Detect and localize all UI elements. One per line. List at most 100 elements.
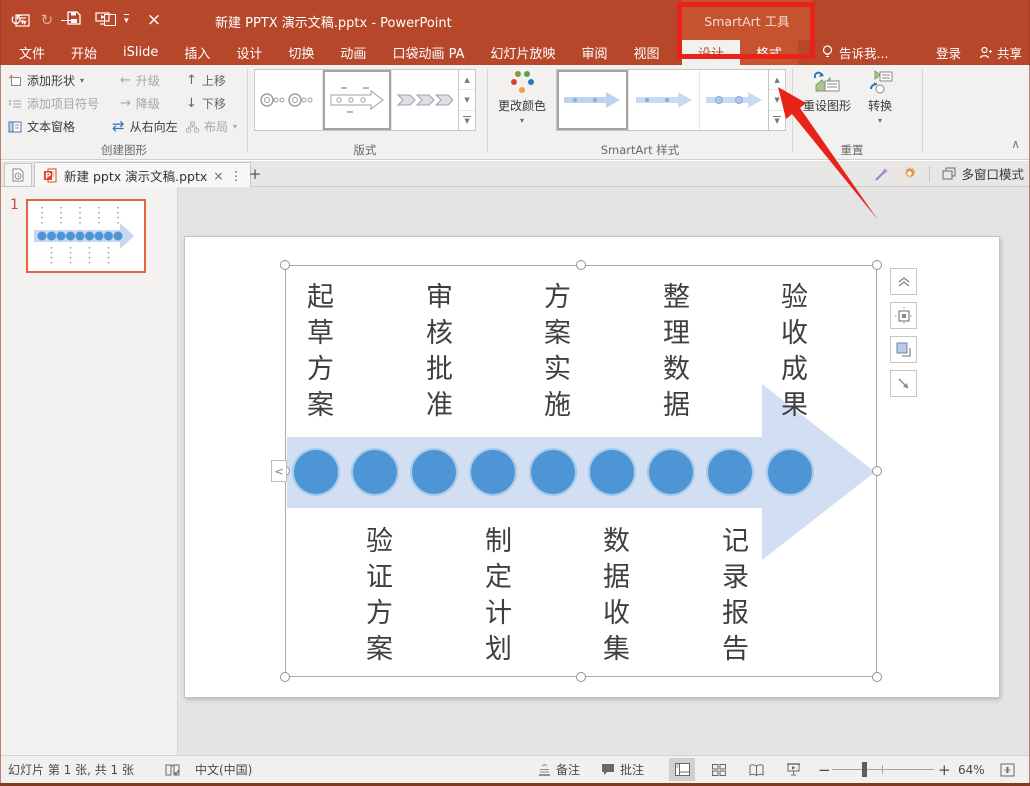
text-pane-toggle-button[interactable]: < — [271, 460, 287, 482]
gallery-up-icon[interactable]: ▲ — [459, 70, 475, 91]
slideshow-view-button[interactable] — [780, 758, 806, 781]
customize-qat-icon[interactable]: ▾ — [124, 14, 129, 26]
reset-graphic-button[interactable]: 重设图形 — [800, 69, 854, 114]
gallery-up-icon[interactable]: ▲ — [769, 70, 785, 91]
collapse-panel-button[interactable] — [890, 268, 917, 295]
resize-handle-middle-right[interactable] — [872, 466, 882, 476]
zoom-slider-handle[interactable] — [862, 762, 867, 777]
tab-menu-icon[interactable]: ⋮ — [230, 168, 243, 183]
window-left-border — [0, 0, 1, 786]
smartart-styles-gallery: ▲ ▼ ▼ — [556, 69, 786, 131]
undo-icon[interactable]: ↺▾ — [10, 11, 27, 29]
resize-handle-bottom-right[interactable] — [872, 672, 882, 682]
slide-sorter-view-button[interactable] — [706, 758, 732, 781]
tab-file[interactable]: 文件 — [6, 40, 58, 65]
comments-button[interactable]: 批注 — [601, 756, 644, 783]
close-tab-icon[interactable]: × — [213, 168, 223, 183]
demote-button[interactable]: → 降级 — [120, 93, 160, 114]
gear-icon[interactable] — [902, 166, 917, 181]
convert-button[interactable]: 转换 ▾ — [858, 69, 902, 125]
layout-button[interactable]: 布局 ▾ — [186, 116, 237, 137]
tab-home[interactable]: 开始 — [58, 40, 110, 65]
resize-handle-top-center[interactable] — [576, 260, 586, 270]
document-tab[interactable]: P 新建 pptx 演示文稿.pptx × ⋮ — [34, 162, 252, 188]
spell-check-icon[interactable] — [165, 756, 180, 783]
collapse-ribbon-icon[interactable]: ∧ — [1011, 137, 1020, 151]
tab-transitions[interactable]: 切换 — [275, 40, 327, 65]
slideshow-icon — [786, 763, 800, 776]
resize-handle-bottom-left[interactable] — [280, 672, 290, 682]
normal-view-button[interactable] — [669, 758, 695, 781]
notes-button[interactable]: 备注 — [538, 756, 580, 783]
resize-handle-bottom-center[interactable] — [576, 672, 586, 682]
window-controls: × — [0, 0, 1030, 40]
tab-view[interactable]: 视图 — [621, 40, 673, 65]
tab-design[interactable]: 设计 — [223, 40, 275, 65]
layout-option-circle-process[interactable] — [255, 70, 323, 130]
slide-thumbnail[interactable] — [26, 199, 146, 273]
move-up-button[interactable]: ↑ 上移 — [186, 70, 226, 91]
document-tab-bar: P 新建 pptx 演示文稿.pptx × ⋮ + 多窗口模式 — [0, 161, 1030, 188]
diagonal-resize-icon — [898, 378, 908, 388]
gallery-more-icon[interactable]: ▼ — [769, 111, 785, 130]
add-bullet-button[interactable]: 添加项目符号 — [8, 93, 99, 114]
zoom-slider[interactable] — [832, 756, 934, 783]
align-center-button[interactable] — [890, 302, 917, 329]
notes-icon — [539, 763, 550, 776]
tell-me-box[interactable]: 告诉我... — [822, 40, 888, 65]
tab-review[interactable]: 审阅 — [569, 40, 621, 65]
status-bar: 幻灯片 第 1 张, 共 1 张 中文(中国) 备注 批注 − + 64% — [0, 755, 1030, 783]
tab-slideshow[interactable]: 幻灯片放映 — [477, 40, 568, 65]
resize-shape-button[interactable] — [890, 370, 917, 397]
start-slideshow-icon[interactable] — [95, 11, 110, 29]
reading-view-button[interactable] — [743, 758, 769, 781]
zoom-level[interactable]: 64% — [958, 756, 985, 783]
tab-animations[interactable]: 动画 — [327, 40, 379, 65]
gallery-down-icon[interactable]: ▼ — [459, 90, 475, 111]
gallery-down-icon[interactable]: ▼ — [769, 90, 785, 111]
close-button[interactable]: × — [132, 0, 176, 40]
group-divider — [922, 69, 923, 153]
layout-option-chevron-process[interactable] — [392, 70, 459, 130]
org-chart-icon — [186, 121, 199, 132]
slide-thumbnail-preview — [34, 207, 134, 265]
history-icon — [12, 168, 24, 182]
language-indicator[interactable]: 中文(中国) — [195, 756, 252, 783]
add-shape-button[interactable]: 添加形状 ▾ — [8, 70, 84, 91]
sign-in-link[interactable]: 登录 — [936, 43, 961, 62]
tab-insert[interactable]: 插入 — [171, 40, 223, 65]
layout-option-circle-accent-timeline[interactable] — [322, 70, 393, 130]
zoom-in-button[interactable]: + — [938, 756, 951, 783]
style-option-moderate-effect[interactable] — [700, 70, 769, 130]
multi-window-mode-button[interactable]: 多窗口模式 — [942, 164, 1024, 183]
resize-handle-top-left[interactable] — [280, 260, 290, 270]
reset-graphic-icon — [813, 71, 840, 92]
slide-number: 1 — [10, 197, 19, 213]
text-pane-button[interactable]: 文本窗格 — [8, 116, 75, 137]
style-option-subtle-effect[interactable] — [628, 70, 701, 130]
tab-pocket-animation[interactable]: 口袋动画 PA — [379, 40, 477, 65]
gallery-more-icon[interactable]: ▼ — [459, 111, 475, 130]
fit-to-window-button[interactable] — [1000, 756, 1015, 783]
tab-bar-tools: 多窗口模式 — [874, 161, 1024, 186]
text-pane-icon — [8, 121, 22, 132]
resize-handle-top-right[interactable] — [872, 260, 882, 270]
new-tab-button[interactable]: + — [243, 163, 267, 185]
promote-button[interactable]: ← 升级 — [120, 70, 160, 91]
share-button[interactable]: 共享 — [979, 43, 1022, 62]
group-label-reset: 重置 — [840, 143, 864, 157]
zoom-out-button[interactable]: − — [818, 756, 831, 783]
chevron-process-thumbnail-icon — [397, 94, 454, 106]
redo-icon[interactable]: ↻ — [41, 11, 54, 29]
move-down-button[interactable]: ↓ 下移 — [186, 93, 226, 114]
magic-wand-icon[interactable] — [874, 166, 890, 182]
recent-files-button[interactable] — [4, 163, 32, 187]
main-area: 1 起草方案 审核批准 方案实施 整理数据 验收成果 验证方案 制定计划 数据收… — [0, 187, 1030, 755]
save-icon[interactable] — [67, 11, 81, 29]
change-colors-button[interactable]: 更改颜色 ▾ — [494, 69, 550, 125]
copy-shape-button[interactable] — [890, 336, 917, 363]
style-option-simple-fill[interactable] — [557, 70, 629, 130]
tab-islide[interactable]: iSlide — [110, 40, 171, 65]
title-bar: ↺▾ ↻ ▾ 新建 PPTX 演示文稿.pptx - PowerPoint Sm… — [0, 0, 1030, 40]
right-to-left-button[interactable]: ⇄ 从右向左 — [112, 116, 178, 137]
